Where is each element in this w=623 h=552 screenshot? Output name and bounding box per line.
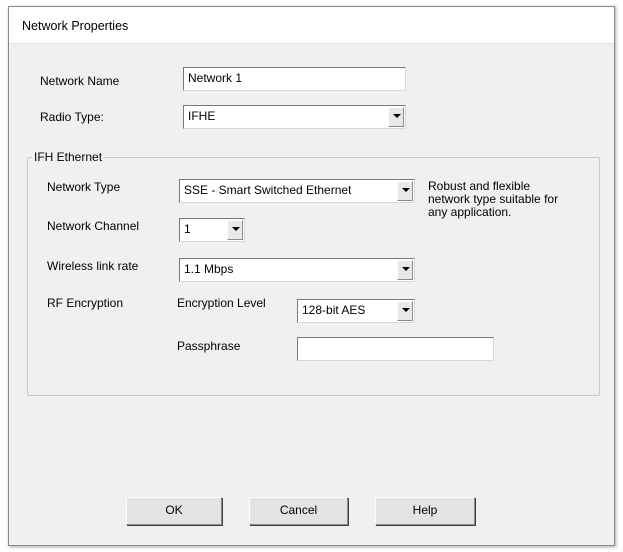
network-channel-label: Network Channel	[47, 219, 140, 233]
chevron-down-icon[interactable]	[397, 260, 413, 280]
network-type-description-line: any application.	[428, 205, 512, 219]
rf-encryption-label: RF Encryption	[47, 296, 124, 310]
network-properties-dialog: Network Properties Network Name Network …	[8, 6, 615, 546]
wireless-link-rate-label: Wireless link rate	[47, 259, 139, 273]
ok-button[interactable]: OK	[126, 497, 222, 525]
title-bar[interactable]: Network Properties	[9, 7, 614, 44]
window-title: Network Properties	[22, 19, 129, 33]
network-type-value: SSE - Smart Switched Ethernet	[184, 183, 352, 197]
encryption-level-value: 128-bit AES	[302, 303, 366, 317]
help-button[interactable]: Help	[375, 497, 475, 525]
chevron-down-icon[interactable]	[397, 181, 413, 201]
cancel-button[interactable]: Cancel	[249, 497, 348, 525]
wireless-link-rate-dropdown[interactable]: 1.1 Mbps	[179, 258, 415, 282]
network-channel-dropdown[interactable]: 1	[179, 218, 245, 242]
encryption-level-label: Encryption Level	[177, 296, 266, 310]
network-type-label: Network Type	[47, 180, 121, 194]
radio-type-value: IFHE	[188, 109, 216, 123]
network-type-description: Robust and flexible network type suitabl…	[428, 180, 598, 219]
passphrase-label: Passphrase	[177, 339, 241, 353]
network-name-label: Network Name	[40, 74, 120, 88]
passphrase-input[interactable]	[297, 337, 494, 361]
chevron-down-icon[interactable]	[397, 301, 413, 321]
encryption-level-dropdown[interactable]: 128-bit AES	[297, 299, 415, 323]
network-channel-value: 1	[184, 222, 191, 236]
network-name-input[interactable]: Network 1	[183, 67, 406, 91]
radio-type-label: Radio Type:	[40, 110, 104, 124]
network-type-dropdown[interactable]: SSE - Smart Switched Ethernet	[179, 179, 415, 203]
ifh-ethernet-group-title: IFH Ethernet	[32, 150, 105, 164]
radio-type-dropdown[interactable]: IFHE	[183, 105, 406, 129]
chevron-down-icon[interactable]	[227, 220, 243, 240]
wireless-link-rate-value: 1.1 Mbps	[184, 262, 234, 276]
chevron-down-icon[interactable]	[388, 107, 404, 127]
